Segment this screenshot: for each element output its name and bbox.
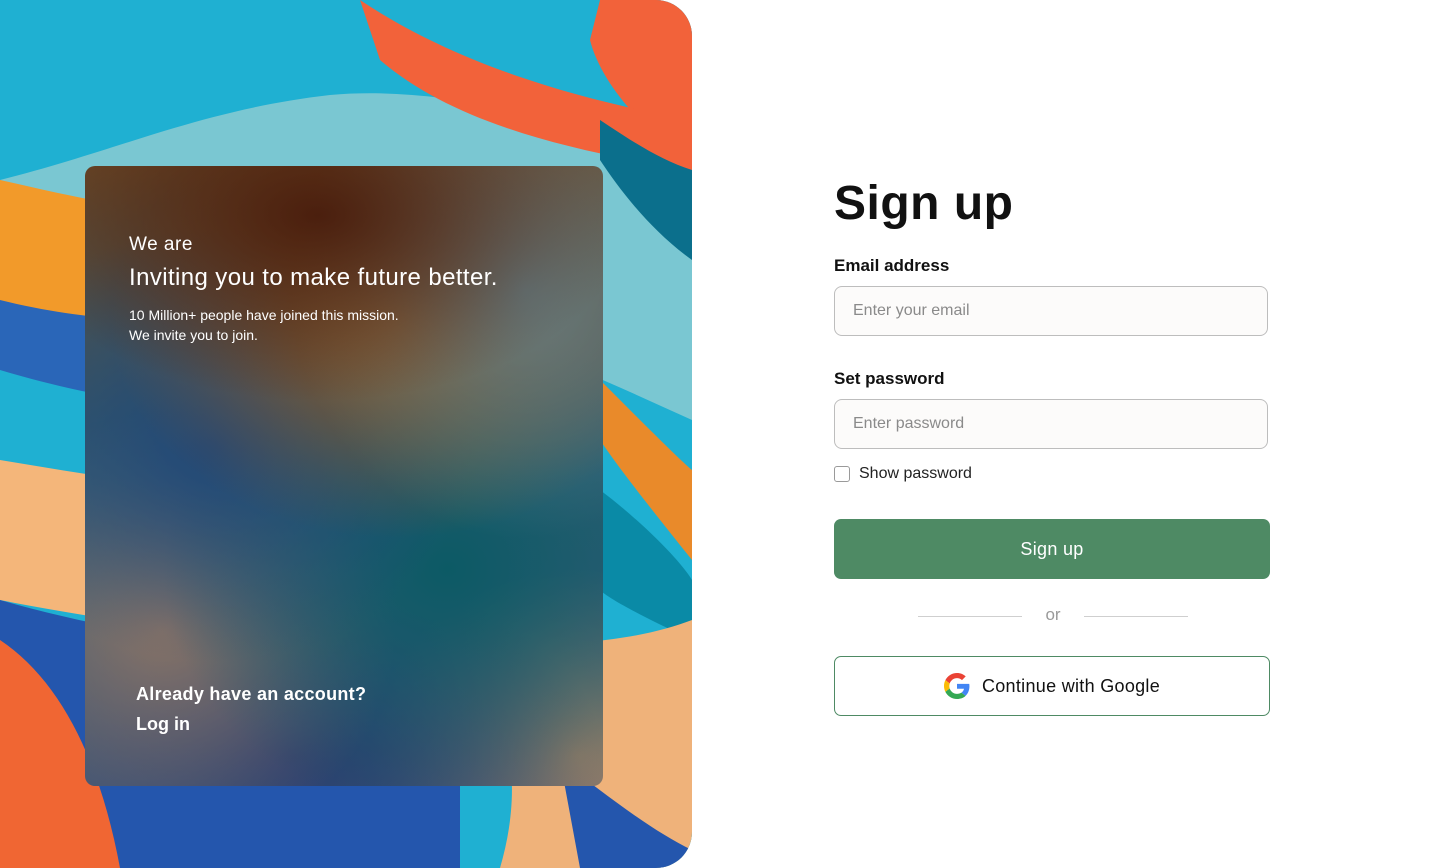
hero-headline: Inviting you to make future better. xyxy=(129,264,498,291)
show-password-checkbox[interactable] xyxy=(834,466,850,482)
hero-glass-card: We are Inviting you to make future bette… xyxy=(85,166,603,786)
hero-subtext-line-2: We invite you to join. xyxy=(129,327,258,343)
divider-line-right xyxy=(1084,616,1188,617)
email-field[interactable] xyxy=(834,286,1268,336)
hero-subtext-line-1: 10 Million+ people have joined this miss… xyxy=(129,307,399,323)
show-password-label: Show password xyxy=(859,465,972,482)
login-link[interactable]: Log in xyxy=(136,714,190,735)
google-logo-icon xyxy=(943,673,970,699)
password-field[interactable] xyxy=(834,399,1268,449)
hero-eyebrow: We are xyxy=(129,234,193,255)
account-prompt: Already have an account? xyxy=(136,684,367,704)
hero-art-panel: We are Inviting you to make future bette… xyxy=(0,0,692,868)
divider: or xyxy=(918,604,1188,628)
continue-with-google-button[interactable]: Continue with Google xyxy=(834,656,1270,716)
show-password-toggle[interactable]: Show password xyxy=(834,463,972,485)
email-label: Email address xyxy=(834,256,950,275)
signup-button[interactable]: Sign up xyxy=(834,519,1270,579)
page-title: Sign up xyxy=(834,177,1014,230)
hero-subtext: 10 Million+ people have joined this miss… xyxy=(129,305,399,345)
divider-text: or xyxy=(1045,605,1061,624)
password-label: Set password xyxy=(834,369,945,388)
google-button-label: Continue with Google xyxy=(981,675,1161,696)
